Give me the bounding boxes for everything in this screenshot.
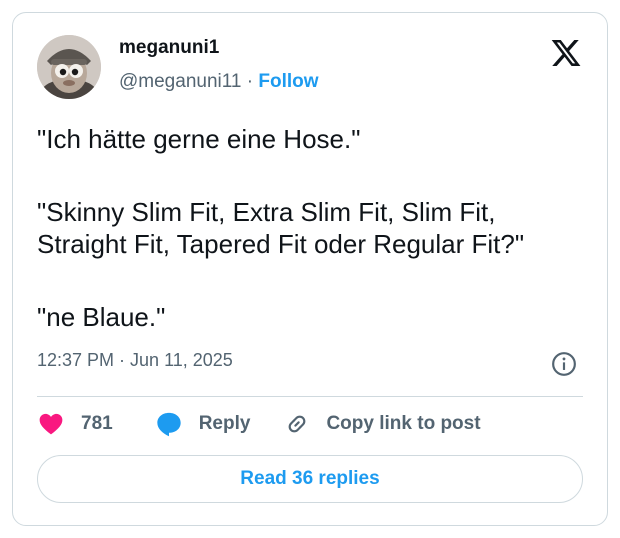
reply-button[interactable]: Reply xyxy=(155,410,251,438)
action-bar: 781 Reply Copy link to post xyxy=(37,409,481,439)
speech-bubble-icon xyxy=(157,412,181,437)
like-count: 781 xyxy=(81,413,113,434)
tweet-line-4: "ne Blaue." xyxy=(37,302,166,332)
read-replies-button[interactable]: Read 36 replies xyxy=(37,455,583,503)
divider xyxy=(37,396,583,397)
avatar-image xyxy=(37,35,101,99)
tweet-line-3: Straight Fit, Tapered Fit oder Regular F… xyxy=(37,229,525,259)
copy-link-button[interactable]: Copy link to post xyxy=(284,411,481,437)
info-icon[interactable] xyxy=(551,351,577,377)
author-handle-row: @meganuni11 · Follow xyxy=(119,71,319,93)
separator-dot: · xyxy=(246,71,254,92)
x-logo-icon[interactable] xyxy=(549,37,583,69)
tweet-text: "Ich hätte gerne eine Hose." "Skinny Sli… xyxy=(37,123,597,333)
copy-link-label: Copy link to post xyxy=(326,413,481,434)
link-icon xyxy=(289,415,306,433)
like-button[interactable]: 781 xyxy=(37,411,113,437)
read-replies-label: Read 36 replies xyxy=(240,468,380,489)
author-name[interactable]: meganuni1 xyxy=(119,37,219,59)
author-handle[interactable]: @meganuni11 xyxy=(119,71,241,92)
heart-icon xyxy=(39,413,63,435)
reply-label: Reply xyxy=(198,413,251,434)
tweet-line-2: "Skinny Slim Fit, Extra Slim Fit, Slim F… xyxy=(37,197,496,227)
tweet-line-1: "Ich hätte gerne eine Hose." xyxy=(37,124,361,154)
avatar[interactable] xyxy=(37,35,101,99)
tweet-timestamp[interactable]: 12:37 PM · Jun 11, 2025 xyxy=(37,350,233,371)
follow-button[interactable]: Follow xyxy=(258,71,318,92)
tweet-card: meganuni1 @meganuni11 · Follow "Ich hätt… xyxy=(12,12,608,526)
